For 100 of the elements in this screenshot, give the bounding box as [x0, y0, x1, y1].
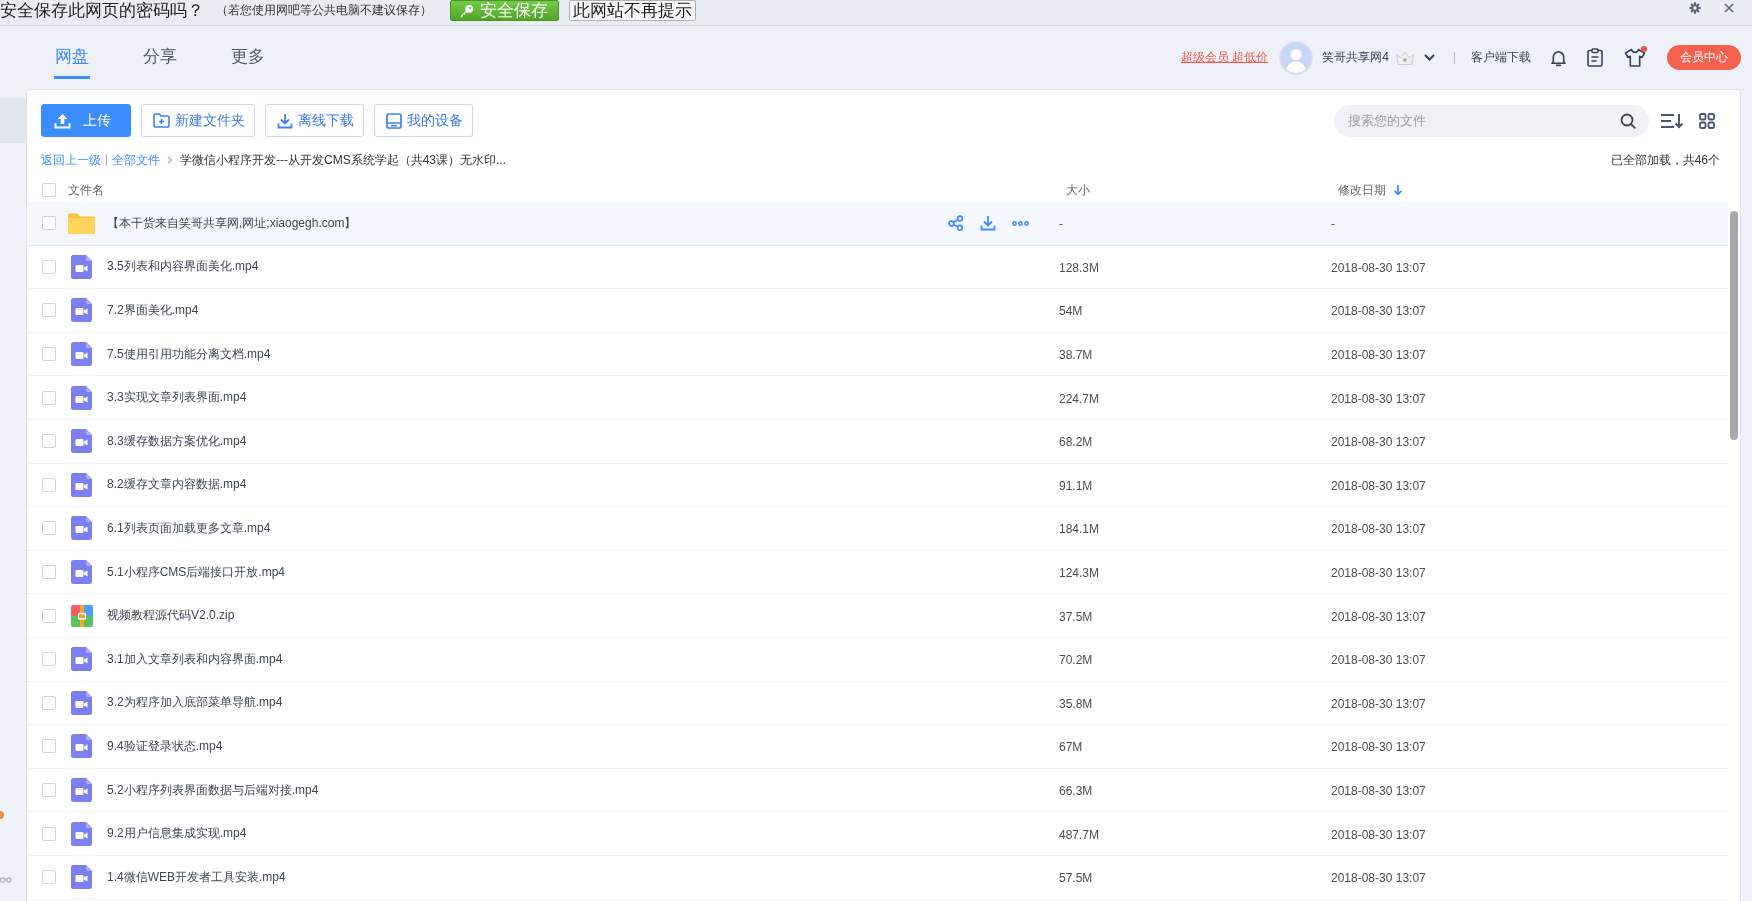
column-header[interactable]: 修改日期	[1338, 181, 1386, 199]
file-name[interactable]: 9.4验证登录状态.mp4	[107, 737, 223, 755]
file-name[interactable]: 【本干货来自笑哥共享网,网址;xiaogegh.com】	[107, 214, 357, 232]
checkbox[interactable]	[42, 259, 56, 274]
file-row[interactable]: 3.2为程序加入底部菜单导航.mp4 35.8M 2018-08-30 13:07	[27, 681, 1728, 726]
file-row[interactable]: 9.2用户信息集成实现.mp4 487.7M 2018-08-30 13:07	[27, 812, 1728, 856]
client-download-link[interactable]: 客户端下载	[1471, 49, 1531, 66]
file-name[interactable]: 8.2缓存文章内容数据.mp4	[107, 476, 247, 494]
checkbox[interactable]	[42, 739, 56, 754]
modified-date: 2018-08-30 13:07	[1331, 522, 1426, 537]
checkbox[interactable]	[42, 870, 56, 885]
download-icon[interactable]	[980, 215, 996, 232]
file-row[interactable]: 7.5使用引用功能分离文档.mp4 38.7M 2018-08-30 13:07	[27, 332, 1728, 377]
file-row[interactable]: 5.1小程序CMS后端接口开放.mp4 124.3M 2018-08-30 13:07	[27, 550, 1728, 595]
modified-date: 2018-08-30 13:07	[1331, 609, 1426, 624]
zip-file-icon	[70, 604, 93, 627]
chevron-down-icon[interactable]	[1424, 54, 1435, 61]
video-file-icon	[71, 560, 92, 585]
bell-icon[interactable]	[1550, 48, 1567, 67]
file-name[interactable]: 1.4微信WEB开发者工具安装.mp4	[107, 868, 286, 886]
file-name[interactable]: 9.2用户信息集成实现.mp4	[107, 825, 247, 843]
file-size: 38.7M	[1059, 348, 1093, 363]
checkbox[interactable]	[42, 783, 56, 797]
checkbox[interactable]	[42, 826, 56, 841]
file-size: 35.8M	[1059, 696, 1093, 711]
file-name[interactable]: 3.5列表和内容界面美化.mp4	[107, 258, 259, 276]
file-row[interactable]: 9.4验证登录状态.mp4 67M 2018-08-30 13:07	[27, 725, 1728, 769]
close-icon[interactable]	[1724, 2, 1734, 13]
column-header[interactable]: 文件名	[68, 181, 104, 199]
settings-icon[interactable]	[1689, 1, 1701, 14]
share-icon[interactable]	[948, 215, 964, 232]
video-file-icon	[71, 429, 92, 454]
file-row[interactable]: 7.2界面美化.mp4 54M 2018-08-30 13:07	[27, 289, 1728, 333]
avatar-icon[interactable]	[1279, 40, 1314, 75]
modified-date: 2018-08-30 13:07	[1331, 827, 1426, 842]
back-link[interactable]: 返回上一级	[41, 151, 101, 169]
file-size: 487.7M	[1059, 827, 1100, 842]
checkbox[interactable]	[42, 565, 56, 580]
file-row[interactable]: 6.1列表页面加载更多文章.mp4 184.1M 2018-08-30 13:07	[27, 507, 1728, 551]
nav-tab[interactable]: 分享	[142, 46, 178, 79]
checkbox[interactable]	[42, 216, 56, 231]
file-size: 54M	[1059, 304, 1083, 319]
nav-tab[interactable]: 更多	[230, 46, 266, 79]
file-row[interactable]: 8.2缓存文章内容数据.mp4 91.1M 2018-08-30 13:07	[27, 463, 1728, 508]
file-name[interactable]: 3.2为程序加入底部菜单导航.mp4	[107, 694, 283, 712]
sort-icon[interactable]	[1660, 111, 1684, 130]
checkbox[interactable]	[42, 434, 56, 449]
checkbox[interactable]	[42, 608, 56, 623]
file-row[interactable]: 3.3实现文章列表界面.mp4 224.7M 2018-08-30 13:07	[27, 376, 1728, 420]
file-size: 37.5M	[1059, 609, 1093, 624]
file-name[interactable]: 3.3实现文章列表界面.mp4	[107, 389, 247, 407]
file-row[interactable]: 8.3缓存数据方案优化.mp4 68.2M 2018-08-30 13:07	[27, 419, 1728, 464]
column-header[interactable]: 大小	[1066, 181, 1090, 199]
file-size: 68.2M	[1059, 435, 1093, 450]
file-name[interactable]: 7.5使用引用功能分离文档.mp4	[107, 345, 271, 363]
search-icon[interactable]	[1620, 112, 1636, 129]
file-size: 66.3M	[1059, 784, 1093, 798]
modified-date: 2018-08-30 13:07	[1331, 784, 1426, 798]
clipboard-icon[interactable]	[1587, 48, 1603, 67]
video-file-icon	[71, 778, 92, 802]
checkbox[interactable]	[42, 477, 56, 492]
file-name[interactable]: 5.1小程序CMS后端接口开放.mp4	[107, 563, 286, 581]
checkbox[interactable]	[42, 521, 56, 536]
file-name[interactable]: 视频教程源代码V2.0.zip	[107, 607, 235, 625]
file-row[interactable]: 5.2小程序列表界面数据与后端对接.mp4 66.3M 2018-08-30 13:07	[27, 768, 1728, 813]
file-row[interactable]: 3.5列表和内容界面美化.mp4 128.3M 2018-08-30 13:07	[27, 245, 1728, 290]
modified-date: 2018-08-30 13:07	[1331, 348, 1426, 363]
file-row[interactable]: 【本干货来自笑哥共享网,网址;xiaogegh.com】 - -	[27, 202, 1728, 246]
file-name[interactable]: 6.1列表页面加载更多文章.mp4	[107, 519, 271, 537]
breadcrumb-current: 学微信小程序开发---从开发CMS系统学起（共43课）无水印...	[180, 151, 506, 169]
sort-arrow-icon[interactable]	[1393, 184, 1403, 196]
file-name[interactable]: 5.2小程序列表界面数据与后端对接.mp4	[107, 781, 319, 799]
file-name[interactable]: 7.2界面美化.mp4	[107, 302, 199, 319]
grid-view-icon[interactable]	[1699, 112, 1715, 129]
username[interactable]: 笑哥共享网4	[1322, 49, 1389, 66]
never-ask-button[interactable]: 此网站不再提示	[569, 0, 696, 21]
file-row[interactable]: 1.4微信WEB开发者工具安装.mp4 57.5M 2018-08-30 13:07	[27, 855, 1728, 900]
breadcrumb-link[interactable]: 全部文件	[112, 151, 160, 169]
checkbox[interactable]	[42, 652, 56, 667]
checkbox[interactable]	[42, 390, 56, 405]
scrollbar[interactable]	[1730, 211, 1738, 440]
more-icon[interactable]	[1012, 220, 1029, 226]
checkbox[interactable]	[42, 347, 56, 362]
offline-download-button[interactable]: 离线下载	[265, 104, 364, 137]
download-icon	[277, 112, 293, 129]
select-all-checkbox[interactable]	[42, 183, 56, 197]
checkbox[interactable]	[42, 303, 56, 318]
new-folder-button[interactable]: 新建文件夹	[141, 104, 255, 137]
upload-icon	[54, 112, 71, 129]
file-row[interactable]: 3.1加入文章列表和内容界面.mp4 70.2M 2018-08-30 13:07	[27, 637, 1728, 682]
my-devices-button[interactable]: 我的设备	[374, 104, 473, 137]
video-file-icon	[71, 865, 92, 890]
t-shirt-icon[interactable]	[1624, 48, 1646, 67]
file-row[interactable]: 视频教程源代码V2.0.zip 37.5M 2018-08-30 13:07	[27, 594, 1728, 638]
crown-icon	[1395, 49, 1415, 66]
file-name[interactable]: 3.1加入文章列表和内容界面.mp4	[107, 650, 283, 668]
search-field[interactable]: 搜索您的文件	[1334, 104, 1649, 137]
checkbox[interactable]	[42, 695, 56, 710]
folder-plus-icon	[153, 113, 170, 128]
file-name[interactable]: 8.3缓存数据方案优化.mp4	[107, 432, 247, 450]
